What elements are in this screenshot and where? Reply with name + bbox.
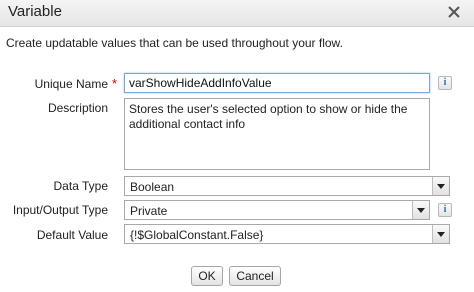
dialog-title: Variable — [8, 3, 62, 20]
unique-name-info-icon[interactable]: i — [438, 76, 452, 90]
dialog-intro-text: Create updatable values that can be used… — [6, 36, 343, 50]
default-value-label: Default Value — [36, 228, 108, 242]
variable-dialog: Variable Create updatable values that ca… — [0, 0, 474, 292]
chevron-down-icon[interactable] — [432, 177, 449, 195]
close-icon[interactable] — [446, 4, 462, 20]
data-type-value: Boolean — [130, 180, 175, 194]
dialog-titlebar: Variable — [0, 0, 474, 27]
io-type-select[interactable]: Private — [124, 200, 430, 220]
io-type-info-icon[interactable]: i — [438, 203, 452, 217]
io-type-label: Input/Output Type — [12, 203, 108, 217]
ok-button[interactable]: OK — [191, 266, 223, 286]
unique-name-input[interactable] — [124, 73, 430, 93]
default-value-combobox[interactable]: {!$GlobalConstant.False} — [124, 224, 450, 244]
chevron-down-icon[interactable] — [432, 225, 449, 243]
required-marker: * — [112, 76, 118, 91]
description-label: Description — [47, 101, 108, 115]
data-type-label: Data Type — [53, 179, 108, 193]
default-value-value: {!$GlobalConstant.False} — [130, 228, 264, 242]
io-type-value: Private — [130, 204, 168, 218]
cancel-button[interactable]: Cancel — [229, 266, 281, 286]
description-textarea[interactable]: Stores the user's selected option to sho… — [124, 98, 430, 170]
unique-name-label: Unique Name — [34, 77, 108, 91]
data-type-select[interactable]: Boolean — [124, 176, 450, 196]
chevron-down-icon[interactable] — [412, 201, 429, 219]
